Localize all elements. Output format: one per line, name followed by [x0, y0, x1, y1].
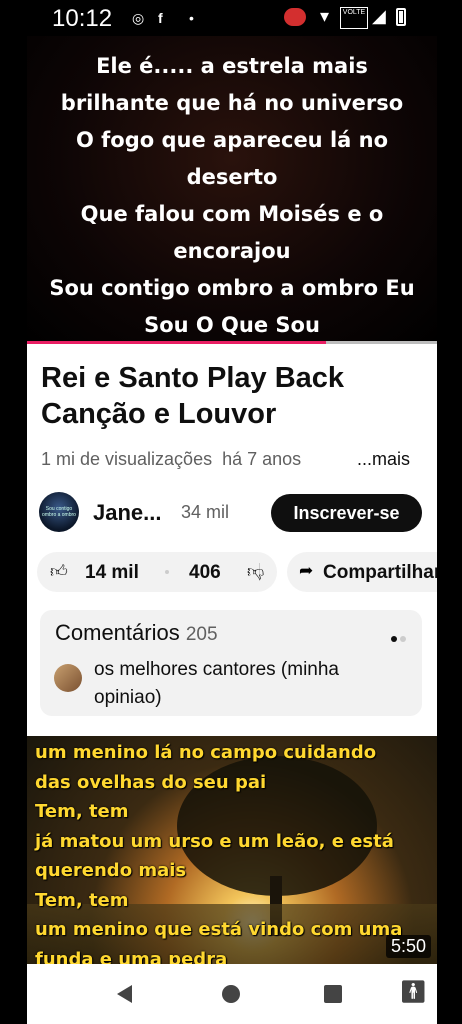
thumbnail-lyric-line: já matou um urso e um leão, e está [35, 830, 394, 852]
comments-section[interactable]: Comentários 205 os melhores cantores (mi… [40, 610, 422, 716]
carousel-dots [388, 629, 406, 647]
share-label: Compartilhar [323, 562, 437, 583]
status-bar: 10:12 ◎ f • ▾ VOLTE ◢ [0, 0, 462, 36]
subscribe-button[interactable]: Inscrever-se [271, 494, 422, 532]
comment-preview: os melhores cantores (minha opiniao) [94, 659, 339, 708]
view-count: 1 mi de visualizações [41, 449, 213, 469]
video-player[interactable]: Ele é..... a estrela mais brilhante que h… [27, 36, 437, 342]
like-count[interactable]: 14 mil [85, 562, 139, 584]
channel-row: Sou contigo ombro a ombro Jane... 34 mil… [39, 492, 434, 534]
channel-name[interactable]: Jane... [93, 500, 161, 526]
thumbnail-lyric-line: Tem, tem [35, 801, 129, 822]
thumbnail-lyric-line: querendo mais [35, 860, 187, 881]
clock: 10:12 [52, 5, 113, 32]
facebook-icon: f [158, 10, 163, 26]
avatar[interactable]: Sou contigo ombro a ombro [39, 492, 79, 532]
back-icon[interactable] [117, 985, 132, 1003]
dislike-count[interactable]: 406 [189, 562, 221, 584]
record-icon [284, 8, 306, 26]
more-link[interactable]: ...mais [353, 449, 411, 470]
video-title: Rei e Santo Play Back Canção e Louvor [41, 362, 345, 430]
lyric-line: Ele é..... a estrela mais [96, 54, 368, 78]
recents-icon[interactable] [324, 985, 342, 1003]
thumbnail-lyrics: um menino lá no campo cuidando das ovelha… [35, 738, 402, 964]
navigation-bar: 🚹︎ [27, 964, 437, 1024]
lyric-line: Que falou com Moisés e o [80, 202, 384, 226]
thumbnail-lyric-line: um menino que está vindo com uma [35, 919, 403, 940]
like-dislike-pill: 👍︎ 14 mil 406 👎︎ [37, 552, 277, 592]
comments-title: Comentários [55, 620, 180, 645]
avatar-text: Sou contigo ombro a ombro [42, 506, 76, 518]
divider [165, 570, 169, 574]
thumbs-down-icon[interactable]: 👎︎ [247, 561, 264, 582]
action-row: 👍︎ 14 mil 406 👎︎ ➦ Compartilhar [37, 552, 437, 592]
comments-heading: Comentários 205 [55, 620, 218, 646]
share-icon: ➦ [299, 561, 314, 580]
thumbs-up-icon[interactable]: 👍︎ [50, 561, 68, 582]
target-icon: ◎ [132, 10, 145, 26]
video-info-panel: Rei e Santo Play Back Canção e Louvor 1 … [27, 344, 437, 736]
upload-age: há 7 anos [222, 449, 302, 469]
video-meta[interactable]: 1 mi de visualizações há 7 anos ...mais [41, 449, 411, 470]
home-icon[interactable] [222, 985, 240, 1003]
lyric-line: Sou contigo ombro a ombro Eu [49, 276, 415, 300]
share-button[interactable]: ➦ Compartilhar [287, 552, 437, 592]
battery-icon [396, 8, 406, 26]
next-video-thumbnail[interactable]: um menino lá no campo cuidando das ovelha… [27, 736, 437, 964]
thumbnail-lyric-line: Tem, tem [35, 889, 129, 911]
comments-count: 205 [185, 624, 218, 645]
lyric-line: Sou O Que Sou [144, 313, 320, 337]
thumbnail-lyric-line: das ovelhas do seu pai [35, 771, 267, 793]
dot-icon: • [189, 10, 194, 26]
video-lyrics: Ele é..... a estrela mais brilhante que h… [27, 48, 437, 344]
thumbnail-lyric-line: funda e uma pedra [35, 948, 228, 965]
lyric-line: O fogo que apareceu lá no [75, 128, 389, 152]
wifi-icon: ▾ [320, 6, 330, 26]
lyric-line: deserto [186, 165, 278, 189]
subscriber-count: 34 mil [181, 502, 230, 522]
lyric-line: encorajou [173, 239, 291, 263]
lyric-line: brilhante que há no universo [60, 91, 404, 115]
video-duration: 5:50 [385, 935, 431, 958]
thumbnail-lyric-line: um menino lá no campo cuidando [35, 742, 377, 763]
accessibility-icon[interactable]: 🚹︎ [399, 981, 427, 1003]
volte-icon: VOLTE [340, 7, 368, 29]
commenter-avatar [54, 664, 82, 692]
signal-icon: ◢ [372, 6, 386, 26]
